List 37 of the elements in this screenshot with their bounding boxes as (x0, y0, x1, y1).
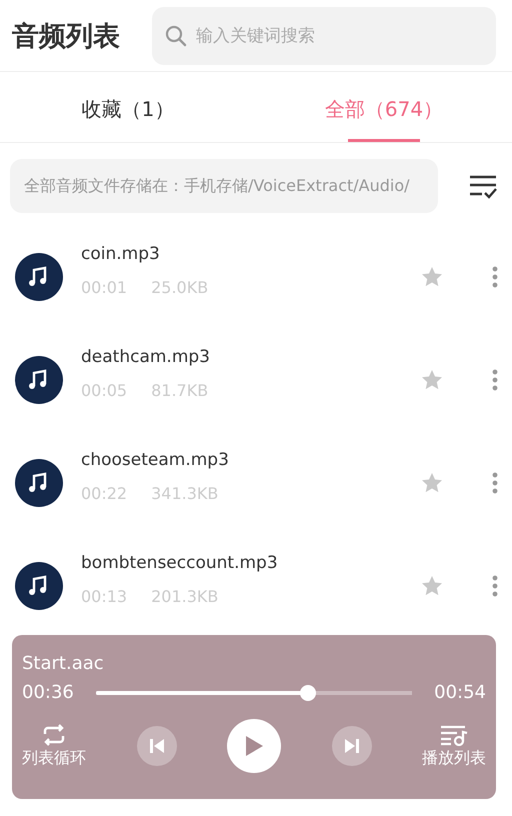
favorite-star-icon[interactable] (420, 368, 444, 392)
more-options-icon[interactable] (492, 472, 498, 494)
music-note-icon (15, 356, 63, 404)
progress-handle[interactable] (300, 684, 316, 700)
sort-list-icon[interactable] (468, 173, 498, 199)
file-name: coin.mp3 (81, 244, 161, 264)
favorite-star-icon[interactable] (420, 470, 444, 494)
current-time: 00:36 (22, 682, 74, 703)
storage-path-notice: 全部音频文件存储在：手机存储/VoiceExtract/Audio/ (10, 159, 438, 213)
skip-previous-icon (148, 738, 164, 754)
previous-button[interactable] (136, 726, 176, 766)
more-options-icon[interactable] (492, 266, 498, 288)
favorite-star-icon[interactable] (420, 574, 444, 598)
next-button[interactable] (332, 726, 372, 766)
file-name: deathcam.mp3 (81, 347, 212, 367)
playlist-icon (440, 724, 468, 746)
music-note-icon (15, 458, 63, 506)
favorite-star-icon[interactable] (420, 264, 444, 288)
play-icon (244, 735, 264, 757)
skip-next-icon (344, 738, 360, 754)
music-note-icon (15, 562, 63, 610)
app-title: 音频列表 (12, 20, 120, 54)
tab[interactable]: 收藏（1） (82, 96, 174, 123)
more-options-icon[interactable] (492, 368, 498, 390)
tab[interactable]: 全部（674） (324, 96, 444, 123)
search-icon (164, 24, 188, 48)
repeat-mode-button[interactable]: 列表循环 (22, 724, 86, 768)
repeat-icon (41, 724, 67, 746)
file-name: bombtenseccount.mp3 (81, 553, 279, 573)
play-button[interactable] (227, 719, 281, 773)
music-note-icon (15, 252, 63, 300)
file-name: chooseteam.mp3 (81, 450, 230, 470)
now-playing-title: Start.aac (22, 653, 105, 674)
total-time: 00:54 (434, 682, 486, 703)
playlist-button[interactable]: 播放列表 (422, 724, 486, 768)
search-field[interactable]: 输入关键词搜索 (152, 6, 496, 64)
more-options-icon[interactable] (492, 574, 498, 596)
